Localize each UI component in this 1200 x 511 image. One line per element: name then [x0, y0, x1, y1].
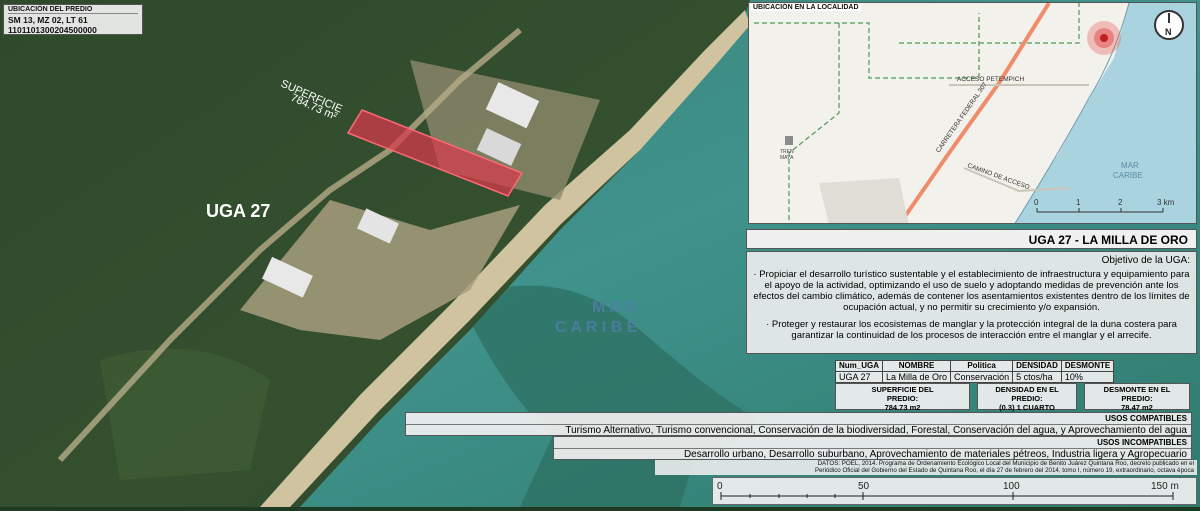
sea-label: CARIBE — [1113, 171, 1143, 180]
table-header: DENSIDAD — [1012, 360, 1062, 372]
svg-text:150 m: 150 m — [1151, 481, 1179, 492]
svg-text:0: 0 — [717, 481, 723, 492]
predio-header: UBICACIÓN DEL PREDIO — [8, 6, 138, 14]
location-map-header: UBICACIÓN EN LA LOCALIDAD — [751, 4, 861, 11]
tren-maya-icon — [785, 136, 793, 145]
svg-text:50: 50 — [858, 481, 870, 492]
stat-label: PREDIO: — [1121, 394, 1153, 403]
stat-densidad: DENSIDAD EN EL PREDIO: (0.3) 1 CUARTO — [977, 383, 1077, 412]
sea-label: M A R — [592, 299, 637, 316]
svg-text:1: 1 — [1076, 198, 1081, 207]
svg-text:100: 100 — [1003, 481, 1020, 492]
stat-value: (0.3) 1 CUARTO — [999, 403, 1055, 412]
svg-text:3 km: 3 km — [1157, 198, 1175, 207]
usos-compatibles-header: USOS COMPATIBLES — [406, 413, 1191, 425]
predio-info-box: UBICACIÓN DEL PREDIO SM 13, MZ 02, LT 61… — [3, 4, 143, 35]
urban-area — [819, 178, 909, 223]
scale-bar: 0 50 100 150 m — [712, 477, 1197, 505]
tren-label: MAYA — [780, 155, 794, 161]
stat-label: PREDIO: — [886, 394, 919, 403]
uga-label: UGA 27 — [206, 201, 270, 221]
sea-label: C A R I B E — [555, 319, 638, 336]
stat-superficie: SUPERFICIE DEL PREDIO: 784.73 m2 — [835, 383, 970, 412]
stat-label: PREDIO: — [1011, 394, 1043, 403]
table-header: NOMBRE — [882, 360, 952, 372]
uga-title: UGA 27 - LA MILLA DE ORO — [746, 229, 1197, 249]
table-cell: Conservación — [950, 371, 1014, 383]
table-cell: La Milla de Oro — [882, 371, 952, 383]
table-header-row: Num_UGA NOMBRE Politica DENSIDAD DESMONT… — [834, 360, 1115, 372]
sea-label: MAR — [1121, 161, 1139, 170]
usos-incompatibles-header: USOS INCOMPATIBLES — [554, 437, 1191, 449]
datos-line: Periódico Oficial del Gobierno del Estad… — [814, 467, 1194, 475]
svg-text:N: N — [1165, 27, 1172, 37]
table-cell: UGA 27 — [834, 371, 884, 383]
location-map-canvas: ACCESO PETEMPICH CARRETERA FEDERAL 307 C… — [749, 3, 1196, 223]
location-map[interactable]: UBICACIÓN EN LA LOCALIDAD ACCESO PETEMPI… — [748, 2, 1197, 224]
table-cell: 5 ctos/ha — [1012, 371, 1062, 383]
stat-label: DESMONTE EN EL — [1103, 385, 1171, 394]
datos-source: DATOS: POEL, 2014. Programa de Ordenamie… — [655, 460, 1197, 475]
predio-catastral: 1101101300204500000 — [8, 25, 97, 35]
objetivo-paragraph: · Proteger y restaurar los ecosistemas d… — [766, 319, 1177, 341]
uga-table: Num_UGA NOMBRE Politica DENSIDAD DESMONT… — [834, 360, 1115, 383]
datos-line: DATOS: POEL, 2014. Programa de Ordenamie… — [817, 460, 1194, 467]
table-header: DESMONTE — [1060, 360, 1115, 372]
objetivo-box: Objetivo de la UGA: · Propiciar el desar… — [746, 251, 1197, 354]
svg-text:0: 0 — [1034, 198, 1039, 207]
usos-compatibles: USOS COMPATIBLES Turismo Alternativo, Tu… — [405, 412, 1192, 436]
stat-label: SUPERFICIE DEL — [871, 385, 934, 394]
road-label-petempich: ACCESO PETEMPICH — [957, 76, 1024, 83]
table-row: UGA 27 La Milla de Oro Conservación 5 ct… — [834, 371, 1115, 383]
table-header: Num_UGA — [834, 360, 884, 372]
stat-value: 784.73 m2 — [884, 403, 921, 412]
objetivo-paragraph: · Propiciar el desarrollo turístico sust… — [753, 269, 1190, 313]
mangrove-area — [100, 348, 270, 480]
stat-label: DENSIDAD EN EL — [995, 385, 1059, 394]
stat-desmonte: DESMONTE EN EL PREDIO: 78.47 m2 — [1084, 383, 1190, 412]
usos-incompatibles: USOS INCOMPATIBLES Desarrollo urbano, De… — [553, 436, 1192, 460]
table-cell: 10% — [1060, 371, 1115, 383]
objetivo-title: Objetivo de la UGA: — [1101, 255, 1190, 266]
predio-clave: SM 13, MZ 02, LT 61 — [8, 15, 88, 25]
table-header: Politica — [950, 360, 1014, 372]
stat-value: 78.47 m2 — [1121, 403, 1153, 412]
svg-text:2: 2 — [1118, 198, 1123, 207]
